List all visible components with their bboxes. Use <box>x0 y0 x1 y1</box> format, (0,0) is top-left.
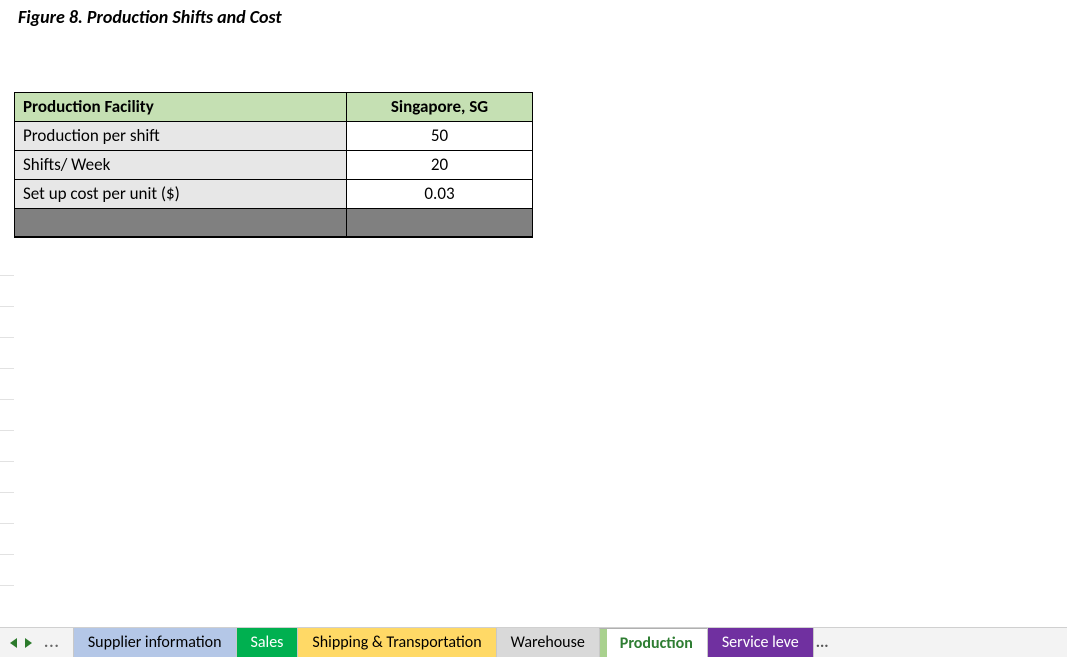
tab-label: Sales <box>251 633 284 652</box>
tab-nav: ... <box>0 628 68 657</box>
figure-title: Figure 8. Production Shifts and Cost <box>18 6 282 28</box>
table-row: Set up cost per unit ($) 0.03 <box>15 180 533 209</box>
row-value[interactable]: 0.03 <box>347 180 533 209</box>
tab-sales[interactable]: Sales <box>236 628 299 657</box>
tab-label: Supplier information <box>88 633 222 652</box>
table-header-row: Production Facility Singapore, SG <box>15 93 533 122</box>
row-label[interactable]: Production per shift <box>15 122 347 151</box>
tab-label: Shipping & Transportation <box>312 633 481 652</box>
row-value[interactable]: 50 <box>347 122 533 151</box>
sheet-tab-strip: ... Supplier information Sales Shipping … <box>0 627 1067 657</box>
table-filler-row <box>15 209 533 237</box>
header-facility[interactable]: Production Facility <box>15 93 347 122</box>
table-row: Shifts/ Week 20 <box>15 151 533 180</box>
production-table: Production Facility Singapore, SG Produc… <box>14 92 533 238</box>
row-label[interactable]: Set up cost per unit ($) <box>15 180 347 209</box>
tab-service-level[interactable]: Service leve <box>707 628 814 657</box>
table-row: Production per shift 50 <box>15 122 533 151</box>
tab-scroll-right-icon[interactable] <box>25 638 32 648</box>
tab-supplier-information[interactable]: Supplier information <box>73 628 237 657</box>
header-location[interactable]: Singapore, SG <box>347 93 533 122</box>
tab-shipping-transportation[interactable]: Shipping & Transportation <box>297 628 496 657</box>
tab-label: Production <box>620 634 693 653</box>
tab-scroll-left-icon[interactable] <box>10 638 17 648</box>
tab-label: Service leve <box>722 633 799 652</box>
tab-warehouse[interactable]: Warehouse <box>496 628 600 657</box>
filler-cell[interactable] <box>15 209 347 237</box>
tab-production[interactable]: Production <box>599 628 708 657</box>
tab-overflow-dots[interactable]: ... <box>814 628 835 657</box>
filler-cell[interactable] <box>347 209 533 237</box>
tab-label: Warehouse <box>511 633 585 652</box>
tab-nav-dots[interactable]: ... <box>40 633 60 652</box>
worksheet-area[interactable]: Figure 8. Production Shifts and Cost Pro… <box>0 0 1067 625</box>
row-value[interactable]: 20 <box>347 151 533 180</box>
tab-color-swatch <box>600 629 607 657</box>
row-label[interactable]: Shifts/ Week <box>15 151 347 180</box>
row-heading-gutter <box>0 0 14 625</box>
